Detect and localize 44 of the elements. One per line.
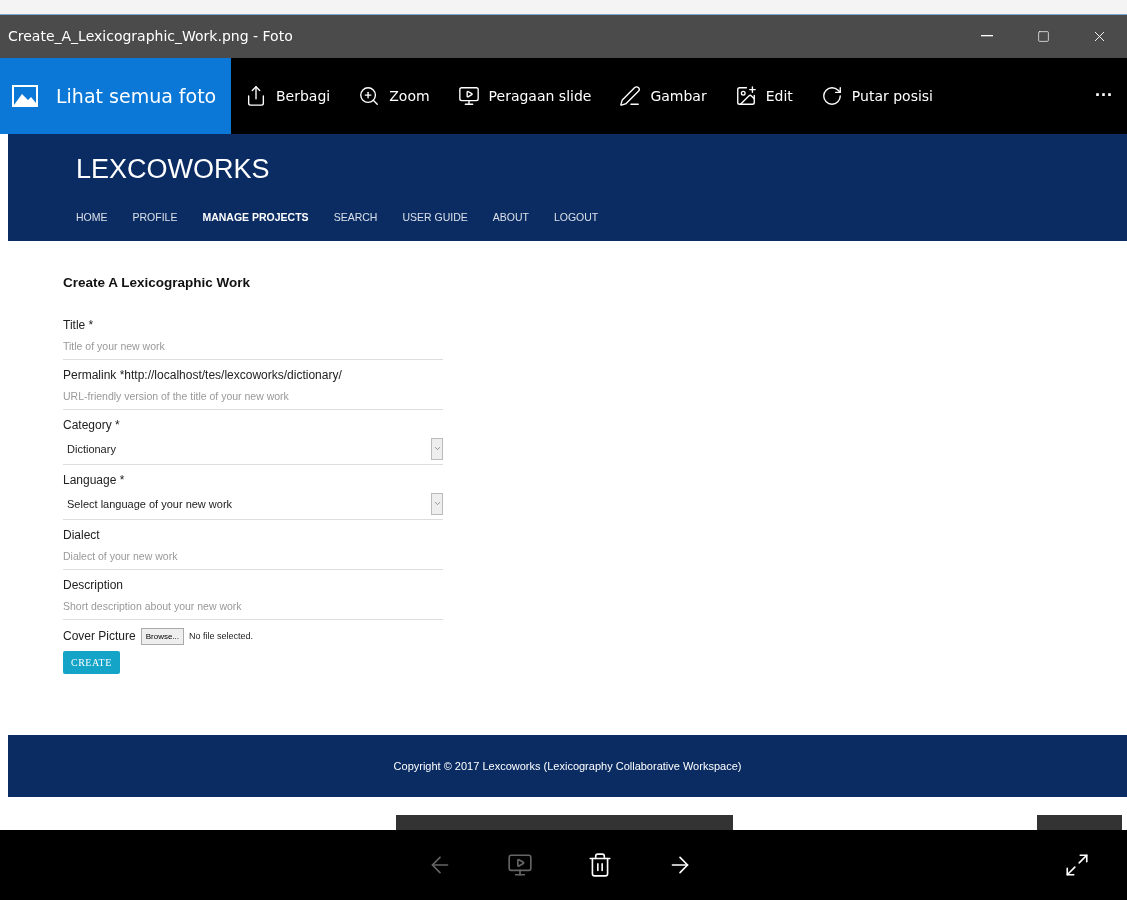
field-label: Language * [63,473,126,487]
image-edit-icon [734,85,757,107]
field-label: Title * [63,318,95,332]
nav-link[interactable]: LOGOUT [553,211,599,223]
file-status: No file selected. [189,631,254,642]
site-brand: LEXCOWORKS [76,154,271,185]
dropdown-caret-icon [431,493,443,515]
landscape-icon [12,85,38,107]
select-field[interactable]: Dictionary [63,438,443,465]
toolbar-button[interactable]: Peragaan slide [443,58,606,134]
slideshow-icon [507,852,533,879]
nav-link[interactable]: PROFILE [132,211,178,223]
form-heading: Create A Lexicographic Work [63,275,252,290]
field-label: Dialect [63,528,101,542]
field-label: Category * [63,418,121,432]
select-field[interactable]: Select language of your new work [63,493,443,520]
view-all-photos-button[interactable]: Lihat semua foto [0,58,231,134]
toolbar-button[interactable]: Gambar [605,58,721,134]
trash-icon [587,852,613,879]
field-label: Description [63,578,125,592]
minimize-icon [981,35,993,38]
toolbar-button[interactable]: Zoom [344,58,444,134]
nav-link[interactable]: USER GUIDE [402,211,468,223]
more-button[interactable]: ··· [1081,58,1127,134]
nav-link[interactable]: HOME [76,211,108,223]
maximize-icon [1036,30,1050,43]
nav-link[interactable]: SEARCH [333,211,378,223]
dropdown-caret-icon [431,438,443,460]
nav-link[interactable]: MANAGE PROJECTS [202,211,309,223]
browse-button[interactable]: Browse... [140,628,185,645]
field-label: Cover Picture [63,629,136,644]
rotate-icon [820,85,843,107]
nav-link[interactable]: ABOUT [492,211,529,223]
pen-icon [619,85,642,107]
field-label: Permalink *http://localhost/tes/lexcoworks/dictionary/ [63,368,343,382]
share-icon [245,85,267,107]
toolbar-button[interactable]: Putar posisi [806,58,947,134]
expand-icon [1064,852,1090,879]
slideshow-icon [457,85,480,107]
window-title: Create_A_Lexicographic_Work.png - Foto [8,28,294,45]
toolbar-button[interactable]: Berbagi [231,58,345,134]
copyright-text: Copyright © 2017 Lexcoworks (Lexicography Collaborative Workspace) [393,760,742,773]
zoom-icon [358,85,381,107]
toolbar-button[interactable]: Edit [720,58,807,134]
